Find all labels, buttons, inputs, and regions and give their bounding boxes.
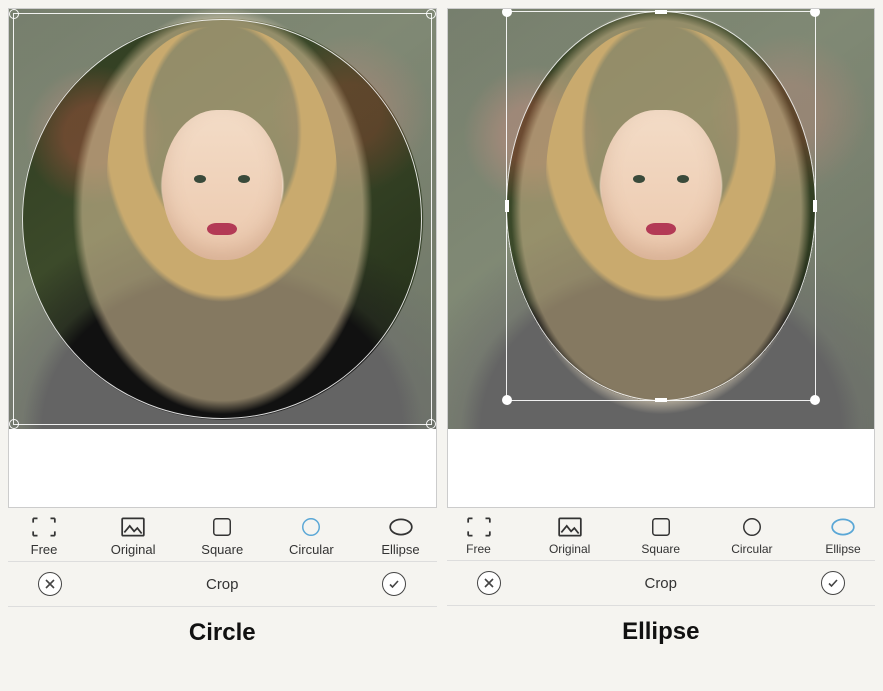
resize-handle-top-right[interactable] [426, 9, 436, 19]
editor-panel-circle: Free Original Square [8, 8, 437, 683]
option-circular[interactable]: Circular [281, 516, 341, 557]
panel-caption: Ellipse [447, 606, 876, 646]
crop-label: Crop [644, 575, 677, 592]
option-label: Square [201, 542, 243, 557]
option-free[interactable]: Free [14, 516, 74, 557]
option-original[interactable]: Original [544, 516, 596, 556]
free-crop-icon [30, 516, 58, 538]
ellipse-icon [387, 516, 415, 538]
confirm-button[interactable] [821, 571, 845, 595]
option-ellipse[interactable]: Ellipse [371, 516, 431, 557]
option-label: Free [31, 542, 58, 557]
resize-handle-top[interactable] [655, 10, 667, 14]
resize-handle-bottom-left[interactable] [502, 395, 512, 405]
option-square[interactable]: Square [635, 516, 687, 556]
crop-action-row: Crop [447, 561, 876, 606]
square-icon [208, 516, 236, 538]
circle-icon [738, 516, 766, 538]
option-label: Original [549, 542, 590, 556]
original-icon [556, 516, 584, 538]
editor-panel-ellipse: Free Original Square [447, 8, 876, 683]
photo-preview [9, 9, 436, 429]
crop-bounding-box[interactable] [13, 13, 432, 425]
option-label: Ellipse [825, 542, 860, 556]
option-label: Free [466, 542, 491, 556]
resize-handle-bottom-left[interactable] [9, 419, 19, 429]
check-icon [388, 578, 400, 590]
resize-handle-bottom-right[interactable] [426, 419, 436, 429]
resize-handle-top-left[interactable] [502, 8, 512, 17]
crop-shape-options: Free Original Square [8, 508, 437, 562]
close-icon [483, 577, 495, 589]
crop-action-row: Crop [8, 562, 437, 607]
option-label: Circular [731, 542, 772, 556]
resize-handle-left[interactable] [505, 200, 509, 212]
resize-handle-top-left[interactable] [9, 9, 19, 19]
option-label: Circular [289, 542, 334, 557]
option-label: Original [111, 542, 156, 557]
confirm-button[interactable] [382, 572, 406, 596]
image-canvas[interactable] [8, 8, 437, 508]
resize-handle-right[interactable] [813, 200, 817, 212]
circle-icon [297, 516, 325, 538]
option-label: Square [641, 542, 680, 556]
crop-bounding-box[interactable] [506, 11, 816, 401]
option-circular[interactable]: Circular [726, 516, 778, 556]
option-free[interactable]: Free [453, 516, 505, 556]
cancel-button[interactable] [477, 571, 501, 595]
option-ellipse[interactable]: Ellipse [817, 516, 869, 556]
photo-preview [448, 9, 875, 429]
free-crop-icon [465, 516, 493, 538]
panel-caption: Circle [8, 607, 437, 647]
resize-handle-bottom[interactable] [655, 398, 667, 402]
close-icon [44, 578, 56, 590]
check-icon [827, 577, 839, 589]
crop-shape-options: Free Original Square [447, 508, 876, 561]
cancel-button[interactable] [38, 572, 62, 596]
option-label: Ellipse [381, 542, 419, 557]
resize-handle-bottom-right[interactable] [810, 395, 820, 405]
ellipse-icon [829, 516, 857, 538]
image-canvas[interactable] [447, 8, 876, 508]
option-square[interactable]: Square [192, 516, 252, 557]
original-icon [119, 516, 147, 538]
option-original[interactable]: Original [103, 516, 163, 557]
square-icon [647, 516, 675, 538]
crop-label: Crop [206, 576, 239, 593]
